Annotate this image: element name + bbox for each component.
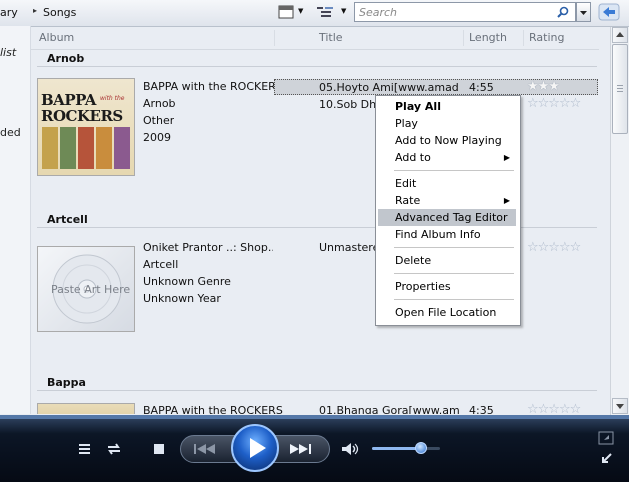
volume-slider-track[interactable] <box>372 447 440 450</box>
track-title[interactable]: 10.Sob Dhu <box>319 98 375 111</box>
album-name: Oniket Prantor ..: Shop... <box>143 241 273 254</box>
column-header-album[interactable]: Album <box>39 31 74 44</box>
column-header-title[interactable]: Title <box>319 31 343 44</box>
album-artist: Artcell <box>143 258 179 271</box>
menu-item-add-to-now-playing[interactable]: Add to Now Playing <box>378 132 516 149</box>
previous-track-icon[interactable] <box>190 441 220 457</box>
album-art-stripe <box>60 127 76 169</box>
album-art-stripe <box>78 127 94 169</box>
album-art-stripe <box>114 127 130 169</box>
album-genre: Other <box>143 114 175 127</box>
seek-bar[interactable] <box>0 415 629 419</box>
column-divider[interactable] <box>523 30 524 46</box>
menu-separator <box>394 299 514 300</box>
view-options-icon[interactable] <box>278 5 294 19</box>
breadcrumb-prev[interactable]: ary <box>0 6 18 19</box>
search-icon[interactable] <box>557 6 569 18</box>
layout-options-dropdown-icon[interactable]: ▼ <box>341 7 346 15</box>
breadcrumb-current[interactable]: Songs <box>43 6 76 19</box>
album-art-bappa[interactable] <box>37 403 135 414</box>
album-artist: Arnob <box>143 97 176 110</box>
play-button[interactable] <box>231 424 279 472</box>
track-title[interactable]: Unmastered <box>319 241 375 254</box>
paste-art-label: Paste Art Here <box>51 283 131 296</box>
album-genre: Unknown Genre <box>143 275 231 288</box>
album-year: Unknown Year <box>143 292 221 305</box>
column-divider[interactable] <box>463 30 464 46</box>
menu-item-label: Add to <box>395 151 431 164</box>
menu-item-edit[interactable]: Edit <box>378 175 516 192</box>
menu-separator <box>394 273 514 274</box>
submenu-arrow-icon: ▶ <box>503 196 510 205</box>
album-name: BAPPA with the ROCKERS <box>143 80 283 93</box>
switch-to-skin-icon[interactable] <box>598 431 614 445</box>
column-header-row: Album Title Length Rating <box>31 27 599 50</box>
navigation-pane-edge <box>0 26 31 414</box>
playlist-icon[interactable] <box>76 440 94 458</box>
rating-stars[interactable]: ☆☆☆☆☆ <box>527 402 581 414</box>
menu-item-find-album-info[interactable]: Find Album Info <box>378 226 516 243</box>
rating-stars[interactable]: ☆☆☆☆☆ <box>527 96 581 111</box>
layout-options-icon[interactable] <box>316 5 334 19</box>
search-dropdown-icon[interactable] <box>576 2 591 22</box>
rating-stars[interactable]: ☆☆☆☆☆ <box>527 240 581 255</box>
scroll-down-button[interactable] <box>612 398 628 414</box>
group-header-artist[interactable]: Artcell <box>47 213 88 226</box>
next-track-icon[interactable] <box>286 441 316 457</box>
album-art-stripe <box>42 127 58 169</box>
view-options-dropdown-icon[interactable]: ▼ <box>298 7 303 15</box>
track-title[interactable]: 01.Bhanga Gora[www.am <box>319 404 459 414</box>
nav-fragment-ded[interactable]: ded <box>0 126 21 139</box>
scroll-thumb[interactable] <box>612 44 628 134</box>
breadcrumb-arrow-icon[interactable]: ▸ <box>33 6 37 15</box>
track-length: 4:55 <box>469 81 494 94</box>
switch-to-compact-mode-icon[interactable] <box>598 451 614 467</box>
menu-item-play-all[interactable]: Play All <box>378 98 516 115</box>
submenu-arrow-icon: ▶ <box>503 153 510 162</box>
nav-fragment-list[interactable]: list <box>0 46 16 59</box>
menu-item-delete[interactable]: Delete <box>378 252 516 269</box>
group-header-artist[interactable]: Arnob <box>47 52 84 65</box>
album-name: BAPPA with the ROCKERS <box>143 404 283 414</box>
menu-item-properties[interactable]: Properties <box>378 278 516 295</box>
track-length: 4:35 <box>469 404 494 414</box>
column-header-rating[interactable]: Rating <box>529 31 564 44</box>
group-header-artist[interactable]: Bappa <box>47 376 86 389</box>
column-header-length[interactable]: Length <box>469 31 507 44</box>
menu-item-advanced-tag-editor[interactable]: Advanced Tag Editor <box>378 209 516 226</box>
rating-stars[interactable]: ★★★ <box>527 79 560 94</box>
menu-item-play[interactable]: Play <box>378 115 516 132</box>
menu-item-add-to[interactable]: Add to ▶ <box>378 149 516 166</box>
album-art-bappa[interactable]: BAPPA with the ROCKERS <box>37 78 135 176</box>
album-art-stripe <box>96 127 112 169</box>
menu-separator <box>394 247 514 248</box>
vertical-scrollbar[interactable] <box>610 27 629 415</box>
volume-slider-knob[interactable] <box>414 442 427 454</box>
group-divider <box>37 390 597 391</box>
back-arrow-icon[interactable] <box>598 3 620 21</box>
search-box[interactable]: Search <box>354 2 576 22</box>
repeat-icon[interactable] <box>104 440 124 458</box>
album-art-title-line2: ROCKERS <box>41 107 123 125</box>
menu-item-label: Rate <box>395 194 421 207</box>
menu-item-open-file-location[interactable]: Open File Location <box>378 304 516 321</box>
album-year: 2009 <box>143 131 171 144</box>
album-art-placeholder[interactable]: Paste Art Here <box>37 246 135 332</box>
stop-icon[interactable] <box>152 442 166 456</box>
menu-item-rate[interactable]: Rate ▶ <box>378 192 516 209</box>
column-divider[interactable] <box>274 30 275 46</box>
group-divider <box>37 66 597 67</box>
volume-slider-fill <box>372 447 421 450</box>
volume-icon[interactable] <box>340 440 360 458</box>
album-art-with: with the <box>100 95 125 102</box>
menu-separator <box>394 170 514 171</box>
search-input[interactable]: Search <box>359 6 397 19</box>
track-title[interactable]: 05.Hoyto Ami[www.amad... <box>319 81 459 94</box>
scroll-up-button[interactable] <box>612 27 628 43</box>
context-menu: Play All Play Add to Now Playing Add to … <box>375 95 521 326</box>
